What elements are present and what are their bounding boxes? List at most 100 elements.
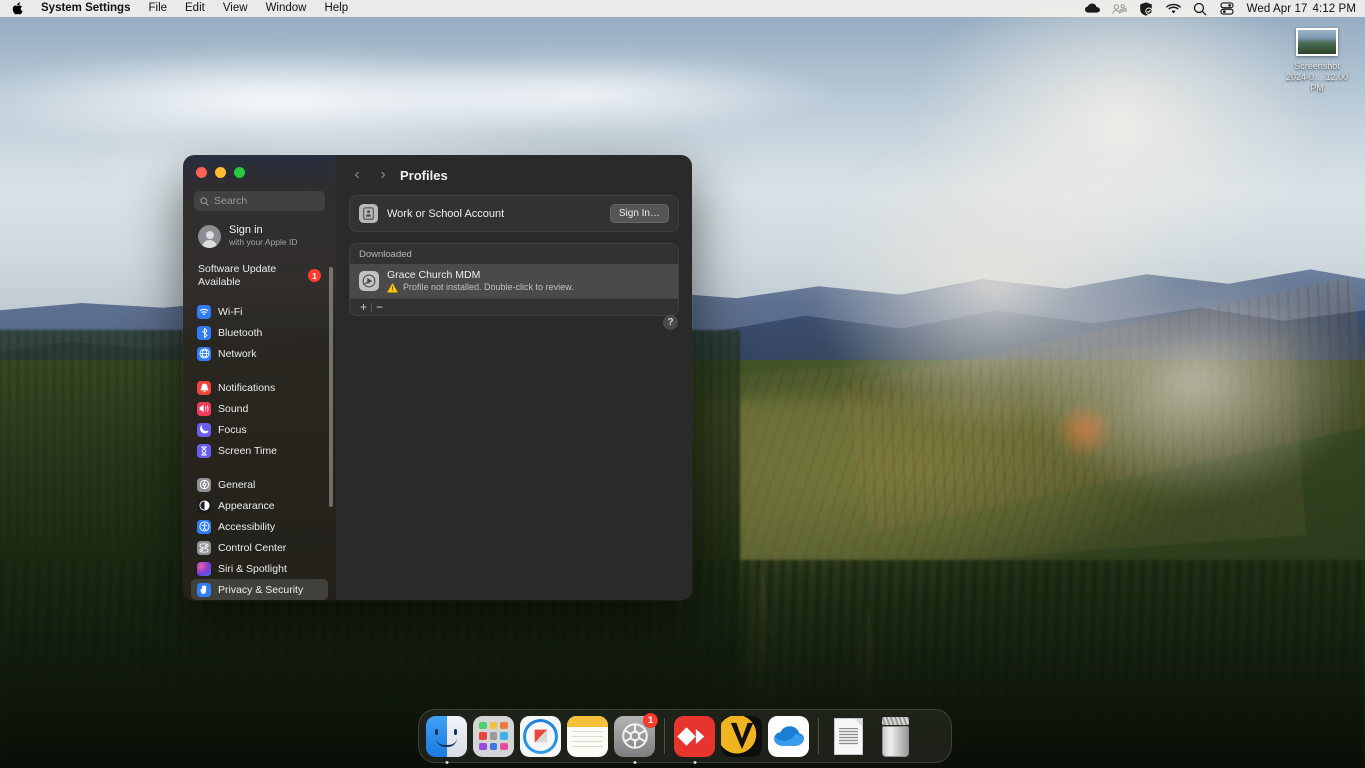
safari-icon [520, 715, 561, 757]
dock-item-vlc[interactable] [721, 715, 762, 757]
document-file-icon [828, 716, 869, 757]
search-icon [200, 196, 209, 206]
remove-profile-button[interactable]: − [372, 299, 387, 316]
system-settings-window[interactable]: Search Sign in with your Apple ID Softwa… [183, 155, 692, 600]
sidebar-item-focus[interactable]: Focus [191, 419, 328, 440]
menu-bar-clock[interactable]: Wed Apr 17 4:12 PM [1247, 3, 1356, 15]
sidebar-item-label: Wi-Fi [218, 305, 243, 318]
sidebar-item-label: Notifications [218, 381, 276, 394]
sidebar-item-control-center[interactable]: Control Center [191, 537, 328, 558]
profile-list-footer: + − [350, 298, 678, 315]
hourglass-icon [197, 443, 211, 458]
sidebar-item-privacy-and-security[interactable]: Privacy & Security [191, 579, 328, 600]
sidebar-item-label: Accessibility [218, 520, 276, 533]
dock-divider [664, 718, 665, 754]
running-indicator [693, 760, 696, 764]
zoom-button[interactable] [234, 167, 245, 178]
sidebar-scrollbar[interactable] [329, 267, 333, 507]
sidebar-item-sound[interactable]: Sound [191, 398, 328, 419]
menu-bar[interactable]: System Settings File Edit View Window He… [0, 0, 1365, 17]
sidebar-item-label: Focus [218, 423, 247, 436]
sidebar-item-accessibility[interactable]: Accessibility [191, 516, 328, 537]
sign-in-button[interactable]: Sign In… [609, 204, 669, 223]
work-school-account-card: Work or School Account Sign In… [349, 195, 679, 232]
sidebar-item-label: Appearance [218, 499, 275, 512]
sidebar-item-apple-account[interactable]: Sign in with your Apple ID [193, 220, 326, 252]
sidebar-item-screen-time[interactable]: Screen Time [191, 440, 328, 461]
sidebar-item-network[interactable]: Network [191, 343, 328, 364]
profile-name: Grace Church MDM [387, 269, 481, 281]
bell-icon [197, 380, 211, 395]
sidebar-scroll-area[interactable]: Sign in with your Apple ID Software Upda… [183, 211, 336, 600]
work-school-account-label: Work or School Account [387, 207, 505, 220]
screen-sharing-icon[interactable] [1111, 2, 1127, 16]
menu-item-view[interactable]: View [214, 0, 257, 17]
notes-icon [567, 715, 608, 757]
bluetooth-icon [197, 325, 211, 340]
sidebar-item-siri-and-spotlight[interactable]: Siri & Spotlight [191, 558, 328, 579]
sidebar-item-label: Privacy & Security [218, 583, 304, 596]
gear-icon [197, 477, 211, 492]
sidebar-item-general[interactable]: General [191, 474, 328, 495]
accessibility-icon [197, 519, 211, 534]
vpn-shield-icon[interactable] [1139, 1, 1154, 16]
anydesk-icon [674, 715, 715, 757]
search-input[interactable]: Search [214, 195, 247, 207]
close-button[interactable] [196, 167, 207, 178]
software-update-label: Software Update Available [198, 263, 277, 288]
forward-arrow-icon[interactable]: › [370, 162, 396, 188]
account-signin-subtitle: with your Apple ID [229, 237, 298, 247]
dock-item-system-settings[interactable]: 1 [614, 712, 658, 764]
back-arrow-icon[interactable]: ‹ [344, 162, 370, 188]
add-profile-button[interactable]: + [356, 299, 371, 316]
downloaded-profiles-card: Downloaded Grace Church MDM Profile not … [349, 243, 679, 316]
clock-date: Wed Apr 17 [1246, 2, 1308, 15]
contrast-circle-icon [197, 498, 211, 513]
menu-item-window[interactable]: Window [257, 0, 316, 17]
menu-item-help[interactable]: Help [315, 0, 357, 17]
control-center-icon[interactable] [1220, 2, 1235, 16]
dock-item-launchpad[interactable] [473, 715, 514, 757]
help-button[interactable]: ? [663, 315, 678, 330]
launchpad-icon [473, 715, 514, 757]
apple-logo-icon[interactable] [6, 2, 32, 15]
minimize-button[interactable] [215, 167, 226, 178]
menu-item-file[interactable]: File [139, 0, 176, 17]
dock[interactable]: 1 [418, 709, 952, 764]
cloud-icon[interactable] [1084, 2, 1100, 16]
moon-icon [197, 422, 211, 437]
status-badge: 1 [308, 269, 321, 282]
settings-detail-pane[interactable]: ‹ › Profiles Work or School Account Sign… [336, 155, 692, 600]
status-badge: 1 [643, 712, 658, 728]
profile-status-text: Profile not installed. Double-click to r… [403, 282, 574, 292]
siri-icon [197, 561, 211, 576]
work-school-account-row[interactable]: Work or School Account Sign In… [350, 196, 678, 231]
desktop-file-screenshot[interactable]: Screenshot 2024-0….12.00 PM [1283, 28, 1351, 94]
spotlight-search-icon[interactable] [1193, 2, 1208, 16]
settings-sidebar[interactable]: Search Sign in with your Apple ID Softwa… [183, 155, 336, 600]
sidebar-item-software-update[interactable]: Software Update Available 1 [193, 263, 326, 288]
dock-item-onedrive[interactable] [768, 715, 809, 757]
menu-item-edit[interactable]: Edit [176, 0, 214, 17]
onedrive-icon [768, 715, 809, 757]
dock-item-document-file[interactable] [828, 716, 869, 757]
sidebar-item-label: General [218, 478, 256, 491]
dock-item-trash[interactable] [875, 716, 916, 757]
dock-item-safari[interactable] [520, 715, 561, 757]
search-field[interactable]: Search [194, 191, 325, 211]
window-traffic-lights [183, 155, 336, 186]
desktop-file-label-line1: Screenshot [1294, 61, 1340, 71]
profile-row-grace-church-mdm[interactable]: Grace Church MDM Profile not installed. … [350, 264, 678, 298]
sidebar-item-appearance[interactable]: Appearance [191, 495, 328, 516]
dock-item-notes[interactable] [567, 715, 608, 757]
sidebar-item-notifications[interactable]: Notifications [191, 377, 328, 398]
dock-item-finder[interactable] [426, 715, 467, 764]
menu-item-system-settings[interactable]: System Settings [32, 0, 139, 17]
dock-item-anydesk[interactable] [674, 715, 715, 764]
desktop-file-label: Screenshot 2024-0….12.00 PM [1283, 61, 1351, 94]
avatar [198, 224, 221, 248]
sidebar-item-bluetooth[interactable]: Bluetooth [191, 322, 328, 343]
sidebar-item-wi-fi[interactable]: Wi-Fi [191, 301, 328, 322]
wifi-icon[interactable] [1165, 2, 1181, 16]
wifi-icon [197, 304, 211, 319]
